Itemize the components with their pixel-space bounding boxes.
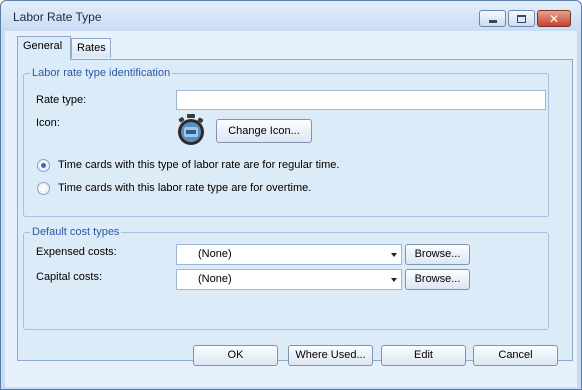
cost-types-group: Default cost types Expensed costs: (None… (23, 226, 549, 330)
ok-button[interactable]: OK (193, 345, 278, 366)
general-tab-panel: Labor rate type identification Rate type… (17, 59, 573, 361)
capital-costs-label: Capital costs: (36, 271, 103, 283)
minimize-button[interactable] (479, 10, 506, 27)
capital-costs-value: (None) (198, 273, 232, 285)
icon-label: Icon: (36, 117, 60, 129)
expensed-costs-select[interactable]: (None) (176, 244, 402, 265)
tab-rates[interactable]: Rates (71, 38, 111, 58)
chevron-down-icon (391, 278, 397, 282)
capital-browse-button[interactable]: Browse... (405, 269, 470, 290)
change-icon-button[interactable]: Change Icon... (216, 119, 312, 143)
cost-types-group-title: Default cost types (32, 226, 120, 238)
overtime-label[interactable]: Time cards with this labor rate type are… (58, 182, 311, 194)
maximize-icon (517, 14, 526, 23)
close-icon: ✕ (548, 11, 560, 26)
overtime-radio[interactable] (37, 182, 50, 195)
rate-type-input[interactable] (176, 90, 546, 110)
capital-costs-select[interactable]: (None) (176, 269, 402, 290)
stopwatch-icon (178, 114, 204, 145)
expensed-browse-button[interactable]: Browse... (405, 244, 470, 265)
where-used-button[interactable]: Where Used... (288, 345, 373, 366)
maximize-button[interactable] (508, 10, 535, 27)
identification-group: Labor rate type identification Rate type… (23, 67, 549, 217)
rate-type-label: Rate type: (36, 94, 87, 106)
labor-rate-type-dialog: Labor Rate Type ✕ General Rates Labor ra… (0, 0, 582, 390)
identification-group-title: Labor rate type identification (32, 67, 171, 79)
regular-time-label[interactable]: Time cards with this type of labor rate … (58, 159, 339, 171)
edit-button[interactable]: Edit (381, 345, 466, 366)
chevron-down-icon (391, 253, 397, 257)
title-bar[interactable]: Labor Rate Type ✕ (1, 1, 581, 31)
cancel-button[interactable]: Cancel (473, 345, 558, 366)
expensed-costs-label: Expensed costs: (36, 246, 117, 258)
minimize-icon (488, 20, 497, 23)
dialog-body: General Rates Labor rate type identifica… (5, 31, 577, 387)
regular-time-radio[interactable] (37, 159, 50, 172)
tab-general[interactable]: General (17, 36, 71, 60)
expensed-costs-value: (None) (198, 248, 232, 260)
close-button[interactable]: ✕ (537, 10, 571, 27)
window-title: Labor Rate Type (13, 10, 102, 24)
